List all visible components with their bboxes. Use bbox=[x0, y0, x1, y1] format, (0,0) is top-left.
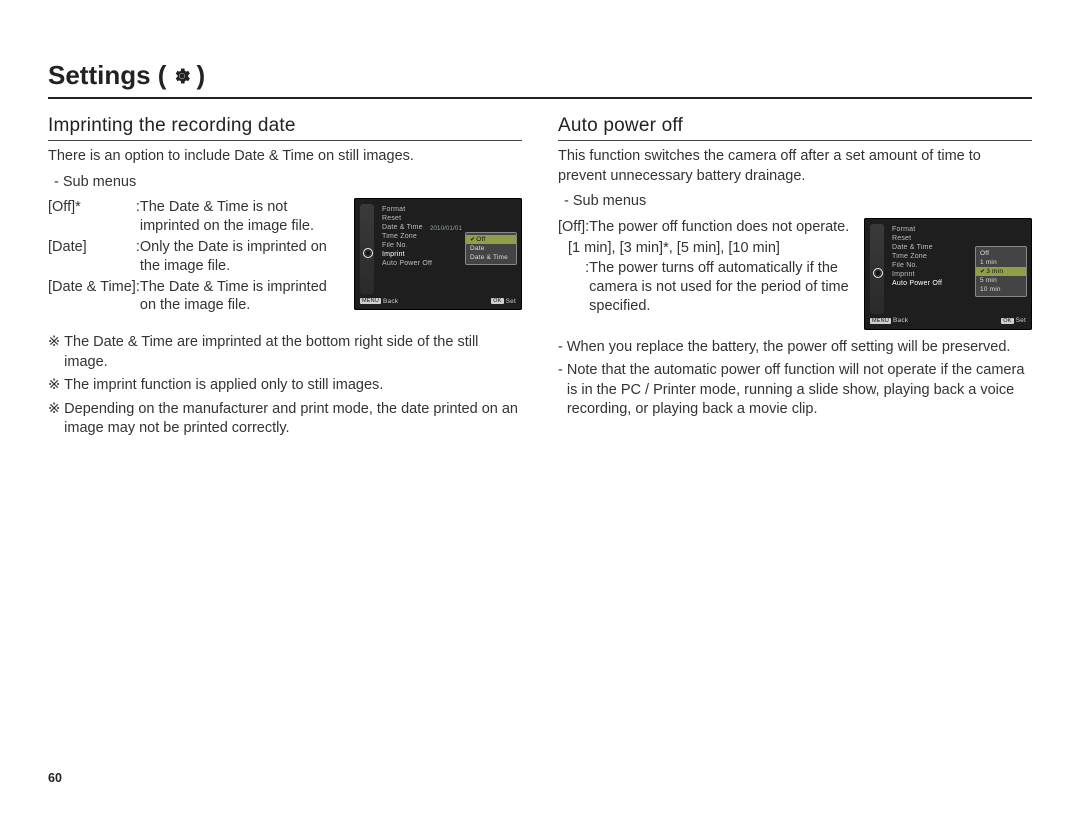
cam-popup: Off 1 min 3 min 5 min 10 min bbox=[975, 246, 1027, 297]
apo-option-desc: The power off function does not operate. bbox=[589, 218, 854, 239]
imprint-option-row: [Date] : Only the Date is imprinted on t… bbox=[48, 238, 344, 278]
reference-mark-icon: ※ bbox=[48, 400, 60, 439]
apo-screenshot: Format Reset Date & Time Time Zone File … bbox=[864, 218, 1032, 330]
heading-autopoweroff: Auto power off bbox=[558, 115, 1032, 141]
col-autopoweroff: Auto power off This function switches th… bbox=[558, 111, 1032, 443]
imprint-note: ※ Depending on the manufacturer and prin… bbox=[48, 400, 522, 439]
page-title-suffix: ) bbox=[196, 60, 205, 91]
imprint-option-desc: Only the Date is imprinted on the image … bbox=[140, 238, 344, 278]
apo-option-desc: The power turns off automatically if the… bbox=[589, 259, 854, 318]
apo-option-row: : The power turns off automatically if t… bbox=[558, 259, 854, 318]
cam-bottom-bar: MENUBack OKSet bbox=[360, 295, 516, 307]
page-title-prefix: Settings ( bbox=[48, 60, 166, 91]
imprint-intro: There is an option to include Date & Tim… bbox=[48, 147, 522, 167]
cam-menu-list: Format Reset Date & Time Time Zone File … bbox=[892, 226, 972, 287]
cam-menu-list: Format Reset Date & Time Time Zone File … bbox=[382, 206, 462, 267]
cam-date-preview: 2010/01/01 bbox=[430, 226, 462, 232]
imprint-option-row: [Off]* : The Date & Time is not imprinte… bbox=[48, 198, 344, 238]
imprint-note: ※ The Date & Time are imprinted at the b… bbox=[48, 333, 522, 372]
apo-notes: - When you replace the battery, the powe… bbox=[558, 338, 1032, 420]
apo-option-table: [Off] : The power off function does not … bbox=[558, 218, 854, 318]
imprint-option-desc: The Date & Time is imprinted on the imag… bbox=[140, 278, 344, 318]
imprint-option-table: [Off]* : The Date & Time is not imprinte… bbox=[48, 198, 344, 317]
imprint-option-key: [Date] bbox=[48, 238, 136, 278]
cam-popup: Off Date Date & Time bbox=[465, 232, 517, 265]
apo-option-row: [Off] : The power off function does not … bbox=[558, 218, 854, 239]
apo-option-key: [1 min], [3 min]*, [5 min], [10 min] bbox=[558, 239, 854, 260]
settings-gear-icon bbox=[172, 66, 192, 86]
dash-bullet: - bbox=[558, 338, 563, 358]
apo-option-row: [1 min], [3 min]*, [5 min], [10 min] bbox=[558, 239, 854, 260]
apo-option-key: [Off] bbox=[558, 218, 585, 239]
apo-note: - When you replace the battery, the powe… bbox=[558, 338, 1032, 358]
gear-icon bbox=[363, 248, 373, 258]
apo-submenus-label: - Sub menus bbox=[564, 192, 1032, 212]
apo-note: - Note that the automatic power off func… bbox=[558, 361, 1032, 420]
col-imprint: Imprinting the recording date There is a… bbox=[48, 111, 522, 443]
imprint-option-desc: The Date & Time is not imprinted on the … bbox=[140, 198, 344, 238]
apo-intro: This function switches the camera off af… bbox=[558, 147, 1032, 186]
imprint-note: ※ The imprint function is applied only t… bbox=[48, 376, 522, 396]
reference-mark-icon: ※ bbox=[48, 333, 60, 372]
heading-imprint: Imprinting the recording date bbox=[48, 115, 522, 141]
cam-bottom-bar: MENUBack OKSet bbox=[870, 315, 1026, 327]
dash-bullet: - bbox=[558, 361, 563, 420]
imprint-option-key: [Off]* bbox=[48, 198, 136, 238]
imprint-submenus-label: - Sub menus bbox=[54, 173, 522, 193]
reference-mark-icon: ※ bbox=[48, 376, 60, 396]
gear-icon bbox=[873, 268, 883, 278]
imprint-option-key: [Date & Time] bbox=[48, 278, 136, 318]
imprint-option-row: [Date & Time] : The Date & Time is impri… bbox=[48, 278, 344, 318]
page-title: Settings ( ) bbox=[48, 60, 1032, 99]
imprint-screenshot: Format Reset Date & Time Time Zone File … bbox=[354, 198, 522, 310]
imprint-notes: ※ The Date & Time are imprinted at the b… bbox=[48, 333, 522, 439]
page-number: 60 bbox=[48, 771, 62, 785]
